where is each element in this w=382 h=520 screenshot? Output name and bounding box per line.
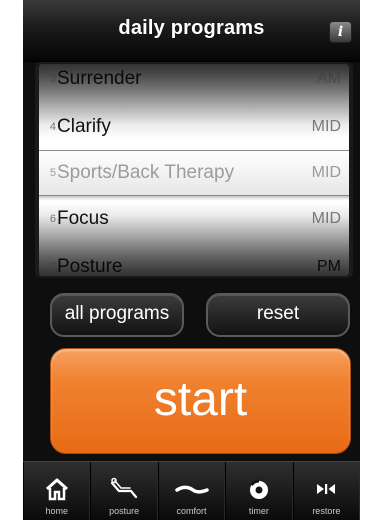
home-icon xyxy=(45,478,68,501)
row-name: Surrender xyxy=(57,68,142,89)
row-name: Sports/Back Therapy xyxy=(57,162,235,183)
row-period: PM xyxy=(317,258,341,275)
app-screen: daily programs i 3 Surrender AM 4 Clarif… xyxy=(23,0,360,520)
tab-comfort[interactable]: comfort xyxy=(157,462,226,520)
page-title: daily programs xyxy=(118,17,265,39)
row-number: 7 xyxy=(49,261,56,273)
start-button[interactable]: start xyxy=(50,348,351,454)
comfort-icon xyxy=(174,485,209,494)
picker-row-selected[interactable]: 5 Sports/Back Therapy MID xyxy=(39,150,349,196)
row-period: MID xyxy=(311,118,341,135)
row-number: 4 xyxy=(49,121,56,133)
tab-home[interactable]: home xyxy=(23,462,91,520)
tab-timer[interactable]: timer xyxy=(225,462,293,520)
program-picker[interactable]: 3 Surrender AM 4 Clarify MID 5 Sports/Ba… xyxy=(39,64,349,276)
tab-bar: home posture comfort timer restore xyxy=(23,461,360,520)
row-period: AM xyxy=(317,70,341,87)
tab-label: comfort xyxy=(176,506,207,516)
row-name: Posture xyxy=(57,256,123,276)
picker-row[interactable]: 3 Surrender AM xyxy=(39,64,349,102)
reset-button[interactable]: reset xyxy=(206,293,350,337)
picker-row[interactable]: 6 Focus MID xyxy=(39,196,349,242)
row-period: MID xyxy=(311,210,341,227)
row-name: Focus xyxy=(57,208,109,229)
row-name: Clarify xyxy=(57,116,111,137)
picker-row[interactable]: 7 Posture PM xyxy=(39,244,349,276)
tab-label: home xyxy=(45,506,68,516)
row-number: 6 xyxy=(49,213,56,225)
tab-label: posture xyxy=(109,506,140,516)
tab-label: timer xyxy=(248,506,269,516)
row-number: 5 xyxy=(49,167,56,179)
restore-icon xyxy=(317,484,336,494)
timer-icon xyxy=(249,479,268,499)
info-button[interactable]: i xyxy=(329,21,352,43)
tab-label: restore xyxy=(312,506,341,516)
row-period: MID xyxy=(311,164,341,181)
picker-row[interactable]: 4 Clarify MID xyxy=(39,104,349,150)
tab-restore[interactable]: restore xyxy=(292,462,360,520)
tab-posture[interactable]: posture xyxy=(90,462,158,520)
posture-icon xyxy=(111,477,138,499)
all-programs-button[interactable]: all programs xyxy=(50,293,184,337)
header-bar: daily programs i xyxy=(23,0,360,62)
row-number: 3 xyxy=(49,73,56,85)
